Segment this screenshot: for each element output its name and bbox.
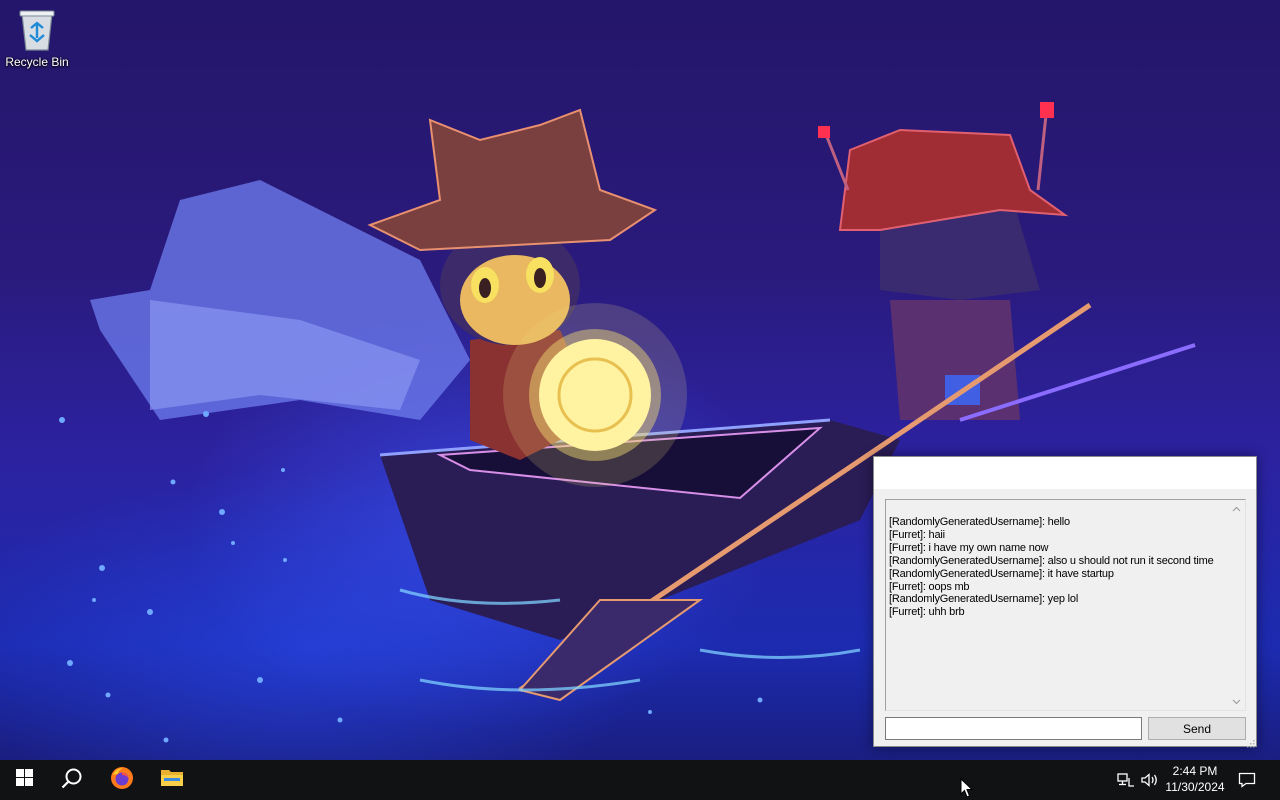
volume-icon[interactable] — [1140, 770, 1160, 790]
chat-message: [Furret]: haii — [889, 528, 945, 541]
chat-message: [Furret]: oops mb — [889, 580, 970, 593]
start-button[interactable] — [0, 760, 48, 800]
chat-message: [RandomlyGeneratedUsername]: hello — [889, 516, 1070, 528]
mouse-cursor-icon — [960, 777, 974, 800]
chat-message: [Furret]: uhh brb — [889, 606, 965, 619]
chat-message: [RandomlyGeneratedUsername]: yep lol — [889, 593, 1079, 606]
recycle-bin-icon — [17, 8, 57, 52]
chat-window-titlebar[interactable] — [874, 457, 1256, 489]
chat-window: [RandomlyGeneratedUsername]: hello [Furr… — [873, 456, 1257, 748]
file-explorer-taskbar-button[interactable] — [148, 760, 196, 800]
send-button[interactable]: Send — [1148, 717, 1246, 740]
chat-log-scrollbar[interactable] — [1228, 500, 1245, 710]
chat-message: [RandomlyGeneratedUsername]: it have sta… — [889, 567, 1114, 580]
file-explorer-icon — [160, 768, 184, 793]
taskbar-clock[interactable]: 2:44 PM 11/30/2024 — [1160, 763, 1230, 795]
firefox-icon — [110, 766, 134, 795]
chat-message-list: [RandomlyGeneratedUsername]: hello [Furr… — [889, 516, 1227, 619]
search-icon — [61, 767, 83, 794]
chat-log[interactable]: [RandomlyGeneratedUsername]: hello [Furr… — [885, 499, 1246, 711]
taskbar: 2:44 PM 11/30/2024 — [0, 760, 1280, 800]
chat-message: [Furret]: i have my own name now — [889, 541, 1049, 554]
chat-message: [RandomlyGeneratedUsername]: also u shou… — [889, 554, 1214, 567]
resize-grip-icon[interactable] — [1245, 735, 1255, 748]
search-button[interactable] — [48, 760, 96, 800]
windows-start-icon — [15, 769, 33, 791]
recycle-bin-shortcut[interactable]: Recycle Bin — [2, 6, 72, 76]
message-input[interactable] — [885, 717, 1142, 740]
clock-time: 2:44 PM — [1172, 764, 1218, 778]
scroll-up-icon[interactable] — [1228, 500, 1245, 517]
network-icon[interactable] — [1116, 770, 1136, 790]
scroll-down-icon[interactable] — [1228, 693, 1245, 710]
clock-date: 11/30/2024 — [1165, 780, 1225, 794]
firefox-taskbar-button[interactable] — [98, 760, 146, 800]
notification-center-icon[interactable] — [1237, 770, 1257, 790]
recycle-bin-label: Recycle Bin — [5, 55, 69, 69]
